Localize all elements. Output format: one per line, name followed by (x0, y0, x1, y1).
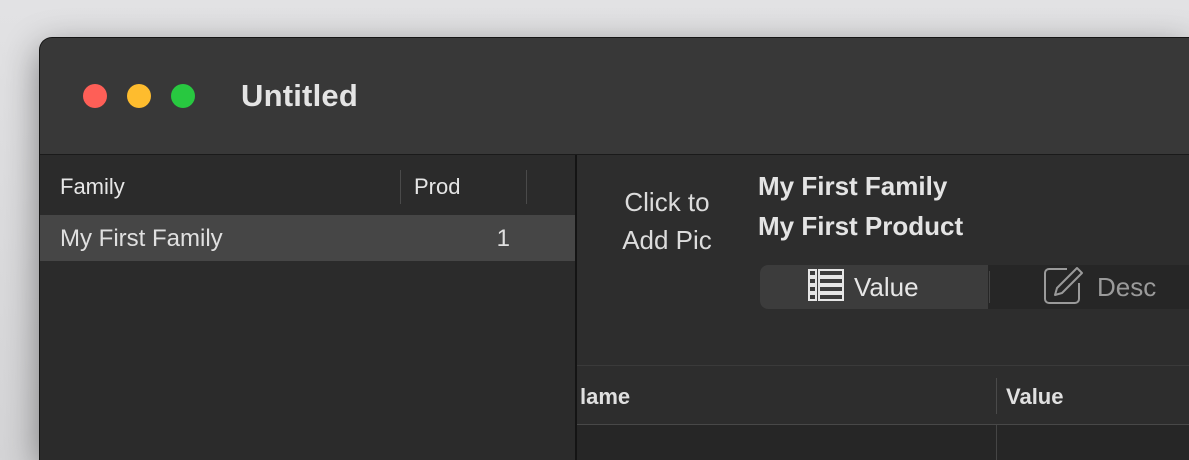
tab-value-label: Value (854, 271, 919, 302)
tab-desc[interactable]: Desc (1043, 265, 1156, 309)
column-header-family[interactable]: Family (60, 174, 125, 200)
column-header-value[interactable]: Value (1006, 384, 1063, 410)
minimize-button[interactable] (127, 84, 151, 108)
add-picture-label-line1: Click to (624, 187, 710, 217)
title-bar[interactable]: Untitled (40, 38, 1189, 155)
product-title: My First Product (758, 211, 964, 241)
product-count-cell: 1 (496, 225, 510, 252)
tab-desc-label: Desc (1097, 271, 1157, 302)
tab-value[interactable]: Value (808, 265, 919, 309)
window-title: Untitled (241, 78, 358, 113)
detail-pane: Click to Add Pic My First Family My Firs… (577, 155, 1189, 460)
column-divider[interactable] (996, 378, 997, 414)
family-title: My First Family (758, 171, 948, 201)
zoom-button[interactable] (171, 84, 195, 108)
attributes-table[interactable]: lame Value (577, 365, 1189, 460)
attributes-table-header: lame Value (577, 365, 1189, 425)
add-picture-button[interactable]: Click to Add Pic (597, 183, 737, 259)
family-name-cell: My First Family (60, 225, 223, 252)
list-icon (808, 268, 844, 307)
edit-icon (1043, 265, 1087, 310)
family-list[interactable]: Family Prod My First Family 1 (40, 155, 575, 460)
add-picture-label-line2: Add Pic (622, 225, 712, 255)
grid-line-vertical (996, 425, 997, 460)
column-divider[interactable] (400, 170, 401, 204)
family-list-header: Family Prod (40, 155, 575, 215)
column-divider[interactable] (526, 170, 527, 204)
column-header-name[interactable]: lame (580, 384, 630, 410)
segment-divider (989, 271, 990, 303)
app-window: Untitled Family Prod My First Family 1 C… (40, 38, 1189, 460)
close-button[interactable] (83, 84, 107, 108)
column-header-prod[interactable]: Prod (414, 174, 460, 200)
view-segmented-control[interactable]: Value Desc (760, 265, 1189, 309)
family-row[interactable]: My First Family 1 (40, 215, 575, 261)
